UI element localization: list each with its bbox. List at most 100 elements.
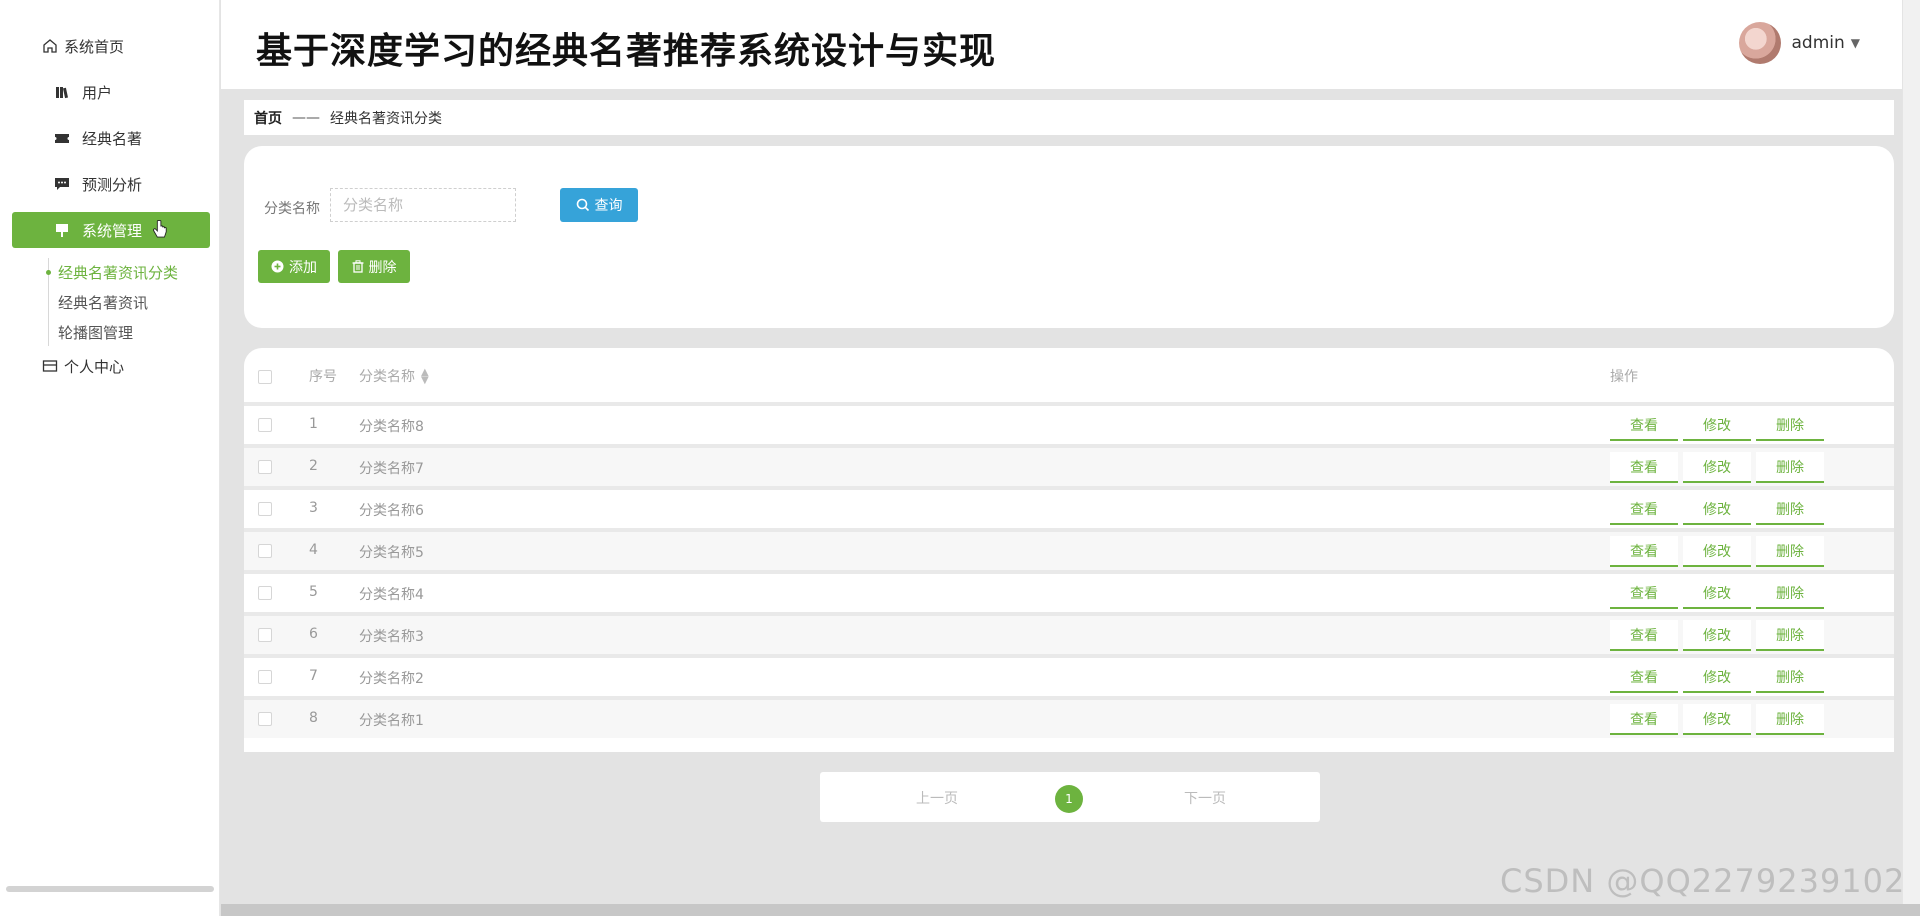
page-number-current[interactable]: 1 <box>1055 785 1083 813</box>
row-name: 分类名称4 <box>359 587 424 603</box>
row-checkbox[interactable] <box>258 670 272 684</box>
next-page-button[interactable]: 下一页 <box>1184 788 1226 808</box>
data-table: 序号 分类名称 ▲ ▼ 操作 1 分类名称8 查看 修改 删除 2 分类名称 7 查看… <box>244 348 1894 752</box>
sidebar-item-label: 系统首页 <box>64 37 125 56</box>
sidebar-item-label: 系统管理 <box>82 221 143 240</box>
row-name: 分类名称1 <box>359 713 424 729</box>
username: admin <box>1791 33 1845 53</box>
view-button[interactable]: 查看 <box>1610 536 1678 567</box>
row-delete-button[interactable]: 删除 <box>1756 662 1824 693</box>
search-label: 分类名称 <box>264 201 320 217</box>
row-index: 7 <box>309 668 318 684</box>
edit-button[interactable]: 修改 <box>1683 452 1751 483</box>
row-index: 8 <box>309 710 318 726</box>
select-all-checkbox[interactable] <box>258 370 272 384</box>
header-name[interactable]: 分类名称 ▲ ▼ <box>359 366 429 386</box>
home-icon <box>42 38 58 54</box>
row-name: 分类名称5 <box>359 545 424 561</box>
row-checkbox[interactable] <box>258 544 272 558</box>
row-checkbox[interactable] <box>258 418 272 432</box>
edit-button[interactable]: 修改 <box>1683 536 1751 567</box>
view-button[interactable]: 查看 <box>1610 578 1678 609</box>
sidebar-item-analysis[interactable]: 预测分析 <box>12 166 210 202</box>
row-index: 3 <box>309 500 318 516</box>
table-row: 8 分类名称1 查看 修改 删除 <box>244 700 1894 738</box>
books-icon <box>54 84 70 100</box>
view-button[interactable]: 查看 <box>1610 662 1678 693</box>
header-ops: 操作 <box>1610 369 1638 385</box>
submenu-label: 经典名著资讯 <box>58 294 149 312</box>
edit-button[interactable]: 修改 <box>1683 410 1751 441</box>
header: 基于深度学习的经典名著推荐系统设计与实现 admin ▼ <box>221 0 1920 89</box>
view-button[interactable]: 查看 <box>1610 704 1678 735</box>
card-icon <box>42 358 58 374</box>
edit-button[interactable]: 修改 <box>1683 578 1751 609</box>
query-button[interactable]: 查询 <box>560 188 638 222</box>
header-index: 序号 <box>309 369 337 385</box>
sidebar-submenu: 经典名著资讯分类 经典名著资讯 轮播图管理 <box>46 258 179 348</box>
submenu-item-news[interactable]: 经典名著资讯 <box>49 288 178 318</box>
row-checkbox[interactable] <box>258 460 272 474</box>
sidebar-item-system[interactable]: 系统管理 <box>12 212 210 248</box>
row-index: 1 <box>309 416 318 432</box>
table-row: 6 分类名称3 查看 修改 删除 <box>244 616 1894 654</box>
breadcrumb-current: 经典名著资讯分类 <box>330 110 442 127</box>
horizontal-scrollbar[interactable] <box>221 904 1920 916</box>
submenu-label: 经典名著资讯分类 <box>58 264 179 282</box>
row-delete-button[interactable]: 删除 <box>1756 620 1824 651</box>
search-panel: 分类名称 查询 添加 删除 <box>244 146 1894 328</box>
vertical-scrollbar[interactable] <box>1902 0 1920 916</box>
delete-button[interactable]: 删除 <box>338 250 410 283</box>
view-button[interactable]: 查看 <box>1610 452 1678 483</box>
edit-button[interactable]: 修改 <box>1683 704 1751 735</box>
board-icon <box>54 222 70 238</box>
row-index: 2 <box>309 458 318 474</box>
sidebar-item-profile[interactable]: 个人中心 <box>12 348 210 384</box>
table-row: 5 分类名称4 查看 修改 删除 <box>244 574 1894 612</box>
table-row: 1 分类名称8 查看 修改 删除 <box>244 406 1894 444</box>
row-name: 分类名称2 <box>359 671 424 687</box>
row-delete-button[interactable]: 删除 <box>1756 704 1824 735</box>
view-button[interactable]: 查看 <box>1610 494 1678 525</box>
sidebar-item-users[interactable]: 用户 <box>12 74 210 110</box>
table-row: 7 分类名称2 查看 修改 删除 <box>244 658 1894 696</box>
add-button[interactable]: 添加 <box>258 250 330 283</box>
submenu-item-category[interactable]: 经典名著资讯分类 <box>46 258 179 288</box>
row-delete-button[interactable]: 删除 <box>1756 536 1824 567</box>
watermark: CSDN @QQ2279239102 <box>1500 862 1906 900</box>
row-delete-button[interactable]: 删除 <box>1756 410 1824 441</box>
row-index: 4 <box>309 542 318 558</box>
sidebar-item-classics[interactable]: 经典名著 <box>12 120 210 156</box>
submenu-label: 轮播图管理 <box>58 324 134 342</box>
submenu-item-carousel[interactable]: 轮播图管理 <box>49 318 178 348</box>
edit-button[interactable]: 修改 <box>1683 620 1751 651</box>
view-button[interactable]: 查看 <box>1610 620 1678 651</box>
breadcrumb-separator: —— <box>292 109 320 126</box>
view-button[interactable]: 查看 <box>1610 410 1678 441</box>
row-delete-button[interactable]: 删除 <box>1756 494 1824 525</box>
row-checkbox[interactable] <box>258 712 272 726</box>
row-checkbox[interactable] <box>258 502 272 516</box>
header-name-label: 分类名称 <box>359 369 415 385</box>
ticket-icon <box>54 130 70 146</box>
row-checkbox[interactable] <box>258 586 272 600</box>
row-delete-button[interactable]: 删除 <box>1756 452 1824 483</box>
row-checkbox[interactable] <box>258 628 272 642</box>
sidebar-item-label: 用户 <box>82 83 113 102</box>
search-icon <box>576 198 590 212</box>
sort-icon[interactable]: ▲ ▼ <box>421 368 429 386</box>
breadcrumb-home[interactable]: 首页 <box>254 108 282 128</box>
sidebar-item-home[interactable]: 系统首页 <box>12 28 210 64</box>
sidebar-item-label: 个人中心 <box>64 357 125 376</box>
user-menu[interactable]: admin ▼ <box>1739 22 1860 64</box>
prev-page-button[interactable]: 上一页 <box>916 788 958 808</box>
edit-button[interactable]: 修改 <box>1683 662 1751 693</box>
table-row: 4 分类名称5 查看 修改 删除 <box>244 532 1894 570</box>
row-delete-button[interactable]: 删除 <box>1756 578 1824 609</box>
breadcrumb: 首页 —— 经典名著资讯分类 <box>244 100 1894 135</box>
sidebar-scrollbar[interactable] <box>6 886 214 892</box>
edit-button[interactable]: 修改 <box>1683 494 1751 525</box>
search-input[interactable] <box>330 188 516 222</box>
table-header: 序号 分类名称 ▲ ▼ 操作 <box>244 348 1894 402</box>
caret-down-icon: ▼ <box>1850 36 1860 50</box>
